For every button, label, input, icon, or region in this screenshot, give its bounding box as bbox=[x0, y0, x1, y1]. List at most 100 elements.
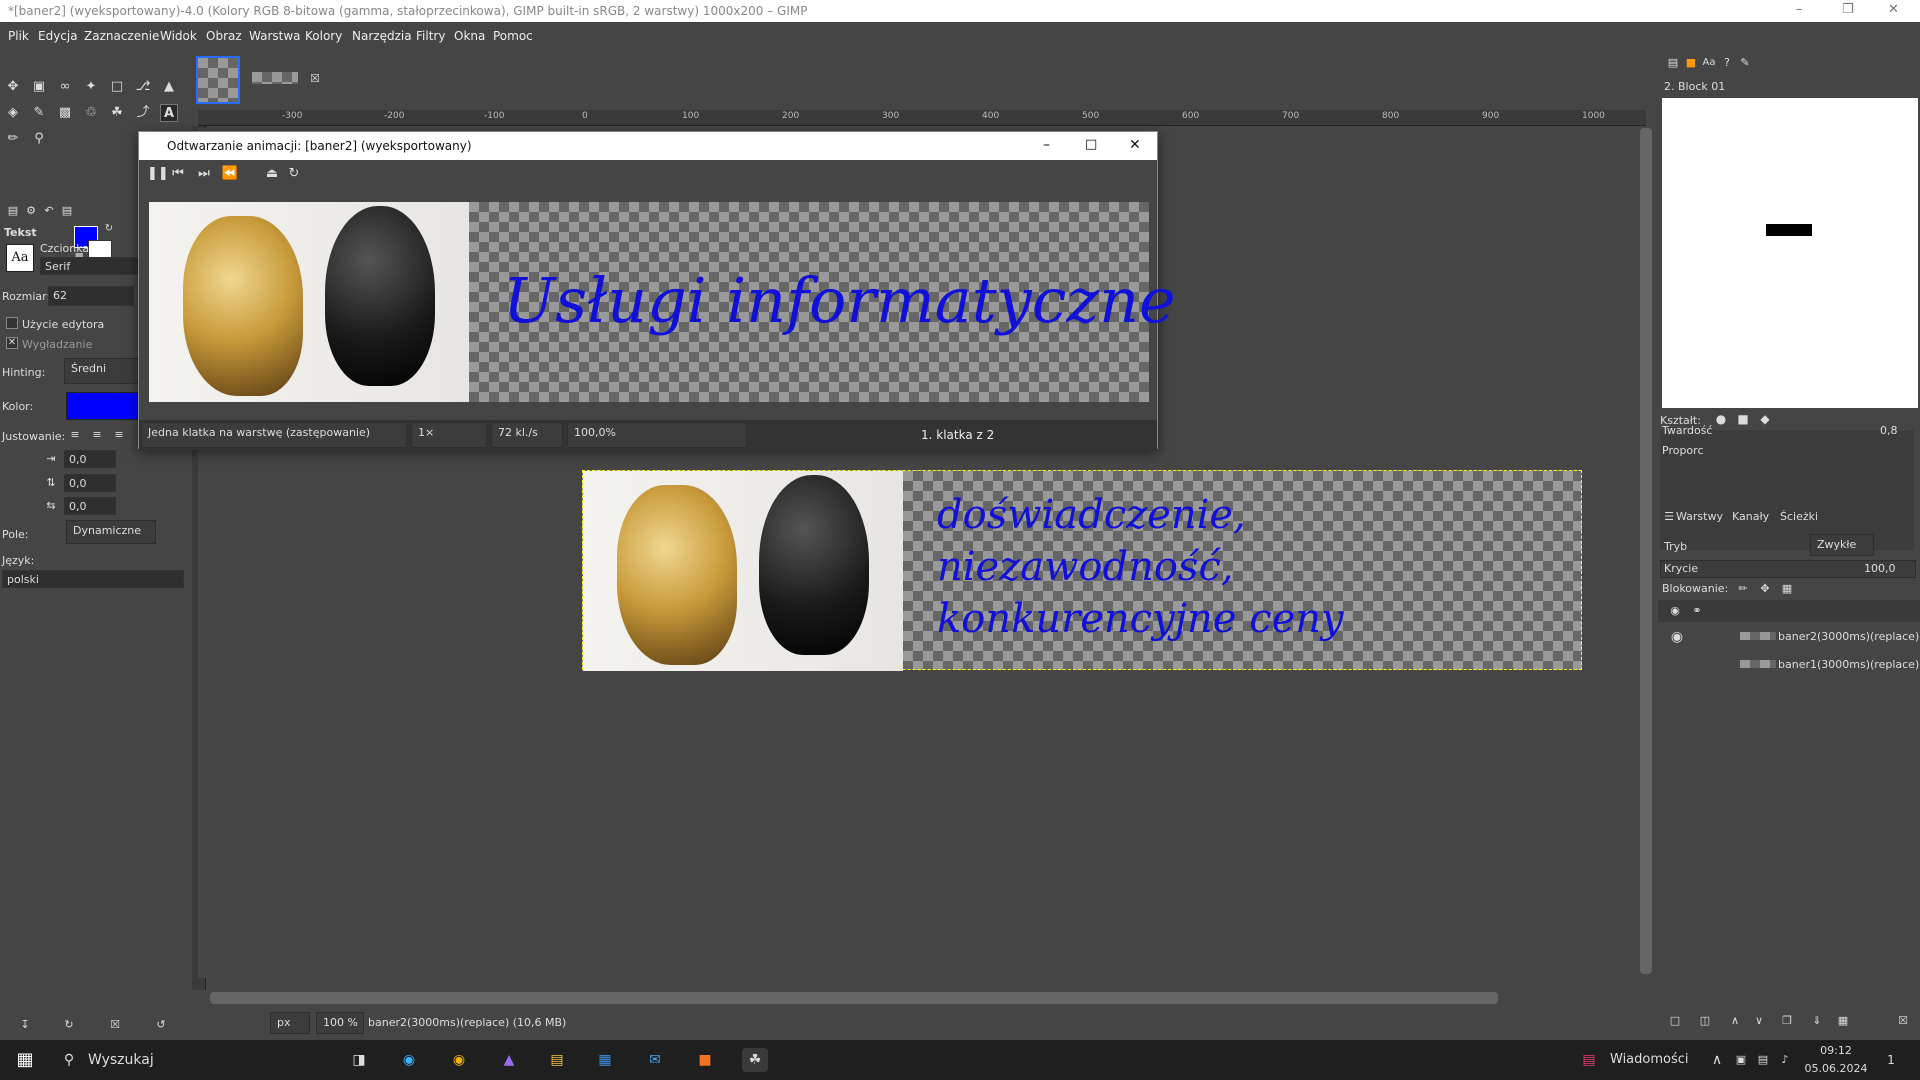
menu-kolory[interactable]: Kolory bbox=[305, 29, 342, 43]
lasso-icon[interactable]: ∞ bbox=[56, 78, 74, 96]
paintbrush-icon[interactable]: ✎ bbox=[30, 104, 48, 122]
visual-studio-icon[interactable]: ▲ bbox=[496, 1048, 522, 1072]
restore-icon[interactable]: ❐ bbox=[1842, 2, 1854, 17]
image-layer[interactable]: doświadczenie, niezawodność, konkurencyj… bbox=[582, 470, 1582, 671]
mask-icon[interactable]: ▦ bbox=[1834, 1012, 1852, 1030]
transform-icon[interactable]: ⎇ bbox=[134, 78, 152, 96]
undo-history-tab-icon[interactable]: ↶ bbox=[40, 202, 58, 220]
new-layer-icon[interactable]: □ bbox=[1666, 1012, 1684, 1030]
justify-right-icon[interactable]: ≡ bbox=[110, 426, 128, 444]
patterns-tab-icon[interactable]: ■ bbox=[1682, 54, 1700, 72]
step-back-icon[interactable]: ⏪ bbox=[221, 165, 239, 183]
lower-layer-icon[interactable]: ∨ bbox=[1750, 1012, 1768, 1030]
new-group-icon[interactable]: ◫ bbox=[1696, 1012, 1714, 1030]
store-icon[interactable]: ▦ bbox=[592, 1048, 618, 1072]
justify-left-icon[interactable]: ≡ bbox=[66, 426, 84, 444]
duplicate-layer-icon[interactable]: ❐ bbox=[1778, 1012, 1796, 1030]
restore-tool-preset-icon[interactable]: ↻ bbox=[60, 1016, 78, 1034]
smudge-icon[interactable]: ☘ bbox=[108, 104, 126, 122]
lock-alpha-icon[interactable]: ▦ bbox=[1778, 580, 1796, 598]
letter-spacing-input[interactable]: 0,0 bbox=[64, 497, 116, 515]
eye-icon[interactable]: ◉ bbox=[1668, 628, 1686, 646]
use-editor-checkbox[interactable] bbox=[6, 317, 18, 329]
antialias-checkbox[interactable]: ✕ bbox=[6, 337, 18, 349]
close-tab-icon[interactable]: ☒ bbox=[310, 72, 320, 85]
path-icon[interactable]: ⤴ bbox=[134, 104, 152, 122]
square-shape-icon[interactable]: ■ bbox=[1734, 410, 1752, 428]
diamond-shape-icon[interactable]: ◆ bbox=[1756, 410, 1774, 428]
news-label[interactable]: Wiadomości bbox=[1610, 1052, 1689, 1067]
maximize-icon[interactable]: □ bbox=[1085, 137, 1097, 152]
windows-start-icon[interactable]: ▦ bbox=[12, 1048, 38, 1072]
language-input[interactable]: polski bbox=[2, 570, 184, 588]
menu-warstwa[interactable]: Warstwa bbox=[249, 29, 301, 43]
close-icon[interactable]: ✕ bbox=[1888, 2, 1899, 17]
taskbar-search-label[interactable]: Wyszukaj bbox=[88, 1052, 154, 1068]
lock-pixels-icon[interactable]: ✏ bbox=[1734, 580, 1752, 598]
file-explorer-icon[interactable]: ▤ bbox=[544, 1048, 570, 1072]
hinting-select[interactable]: Średni bbox=[64, 358, 142, 384]
minimize-icon[interactable]: – bbox=[1043, 137, 1050, 153]
device-status-tab-icon[interactable]: ⚙ bbox=[22, 202, 40, 220]
swap-colors-icon[interactable]: ↻ bbox=[100, 220, 118, 238]
rect-select-icon[interactable]: ▣ bbox=[30, 78, 48, 96]
circle-shape-icon[interactable]: ● bbox=[1712, 410, 1730, 428]
search-icon[interactable]: ⚲ bbox=[56, 1048, 82, 1072]
tray-chevron-icon[interactable]: ∧ bbox=[1704, 1048, 1730, 1072]
fuzzy-select-icon[interactable]: ✦ bbox=[82, 78, 100, 96]
zoom-select[interactable]: 100,0% bbox=[567, 422, 747, 448]
lock-position-icon[interactable]: ✥ bbox=[1756, 580, 1774, 598]
menu-filtry[interactable]: Filtry bbox=[416, 29, 445, 43]
paint-dynamics-tab-icon[interactable]: ✎ bbox=[1736, 54, 1754, 72]
mail-icon[interactable]: ✉ bbox=[642, 1048, 668, 1072]
clone-icon[interactable]: ♲ bbox=[82, 104, 100, 122]
volume-icon[interactable]: ♪ bbox=[1772, 1048, 1798, 1072]
color-picker-icon[interactable]: ✏ bbox=[4, 130, 22, 148]
menu-edycja[interactable]: Edycja bbox=[38, 29, 78, 43]
tab-layers[interactable]: Warstwy bbox=[1676, 510, 1723, 523]
text-tool-icon[interactable]: A bbox=[160, 104, 178, 122]
reload-icon[interactable]: ↻ bbox=[285, 165, 303, 183]
image-tab-thumbnail-2[interactable] bbox=[252, 72, 298, 84]
warp-icon[interactable]: ▲ bbox=[160, 78, 178, 96]
line-spacing-input[interactable]: 0,0 bbox=[64, 474, 116, 492]
tab-channels[interactable]: Kanały bbox=[1732, 510, 1769, 523]
reset-tool-icon[interactable]: ↺ bbox=[152, 1016, 170, 1034]
fonts-tab-icon[interactable]: Aa bbox=[1700, 54, 1718, 72]
tab-paths[interactable]: Ścieżki bbox=[1780, 510, 1818, 523]
image-tab-thumbnail[interactable] bbox=[196, 56, 240, 104]
bucket-fill-icon[interactable]: ◈ bbox=[4, 104, 22, 122]
images-tab-icon[interactable]: ▤ bbox=[58, 202, 76, 220]
pause-icon[interactable]: ❚❚ bbox=[147, 165, 169, 183]
delete-tool-preset-icon[interactable]: ☒ bbox=[106, 1016, 124, 1034]
xampp-icon[interactable]: ■ bbox=[692, 1048, 718, 1072]
vertical-scrollbar[interactable] bbox=[1640, 128, 1652, 974]
clock-time[interactable]: 09:12 bbox=[1800, 1044, 1872, 1057]
eraser-icon[interactable]: ▩ bbox=[56, 104, 74, 122]
menu-obraz[interactable]: Obraz bbox=[206, 29, 242, 43]
task-view-icon[interactable]: ◨ bbox=[346, 1048, 372, 1072]
menu-narzedzia[interactable]: Narzędzia bbox=[352, 29, 412, 43]
step-forward-icon[interactable]: ⏭ bbox=[195, 165, 213, 183]
size-input[interactable]: 62 bbox=[48, 286, 134, 306]
font-preview-icon[interactable]: Aa bbox=[6, 244, 34, 272]
menu-pomoc[interactable]: Pomoc bbox=[493, 29, 533, 43]
minimize-icon[interactable]: – bbox=[1796, 2, 1803, 17]
crop-icon[interactable]: □ bbox=[108, 78, 126, 96]
speed-select[interactable]: 1× bbox=[411, 422, 487, 448]
edge-icon[interactable]: ◉ bbox=[396, 1048, 422, 1072]
brushes-tab-icon[interactable]: ▤ bbox=[1664, 54, 1682, 72]
gimp-icon[interactable]: ☘ bbox=[742, 1048, 768, 1072]
rewind-icon[interactable]: ⏮ bbox=[169, 165, 187, 183]
menu-zaznaczenie[interactable]: Zaznaczenie bbox=[84, 29, 159, 43]
zoom-icon[interactable]: ⚲ bbox=[30, 130, 48, 148]
clock-date[interactable]: 05.06.2024 bbox=[1800, 1062, 1872, 1075]
horizontal-scrollbar[interactable] bbox=[210, 992, 1498, 1004]
text-color-button[interactable] bbox=[66, 392, 140, 420]
zoom-level-select[interactable]: 100 % bbox=[316, 1012, 364, 1034]
merge-layer-icon[interactable]: ⇓ bbox=[1808, 1012, 1826, 1030]
tool-options-tab-icon[interactable]: ▤ bbox=[4, 202, 22, 220]
raise-layer-icon[interactable]: ∧ bbox=[1726, 1012, 1744, 1030]
help-tab-icon[interactable]: ? bbox=[1718, 54, 1736, 72]
fps-select[interactable]: 72 kl./s bbox=[491, 422, 563, 448]
